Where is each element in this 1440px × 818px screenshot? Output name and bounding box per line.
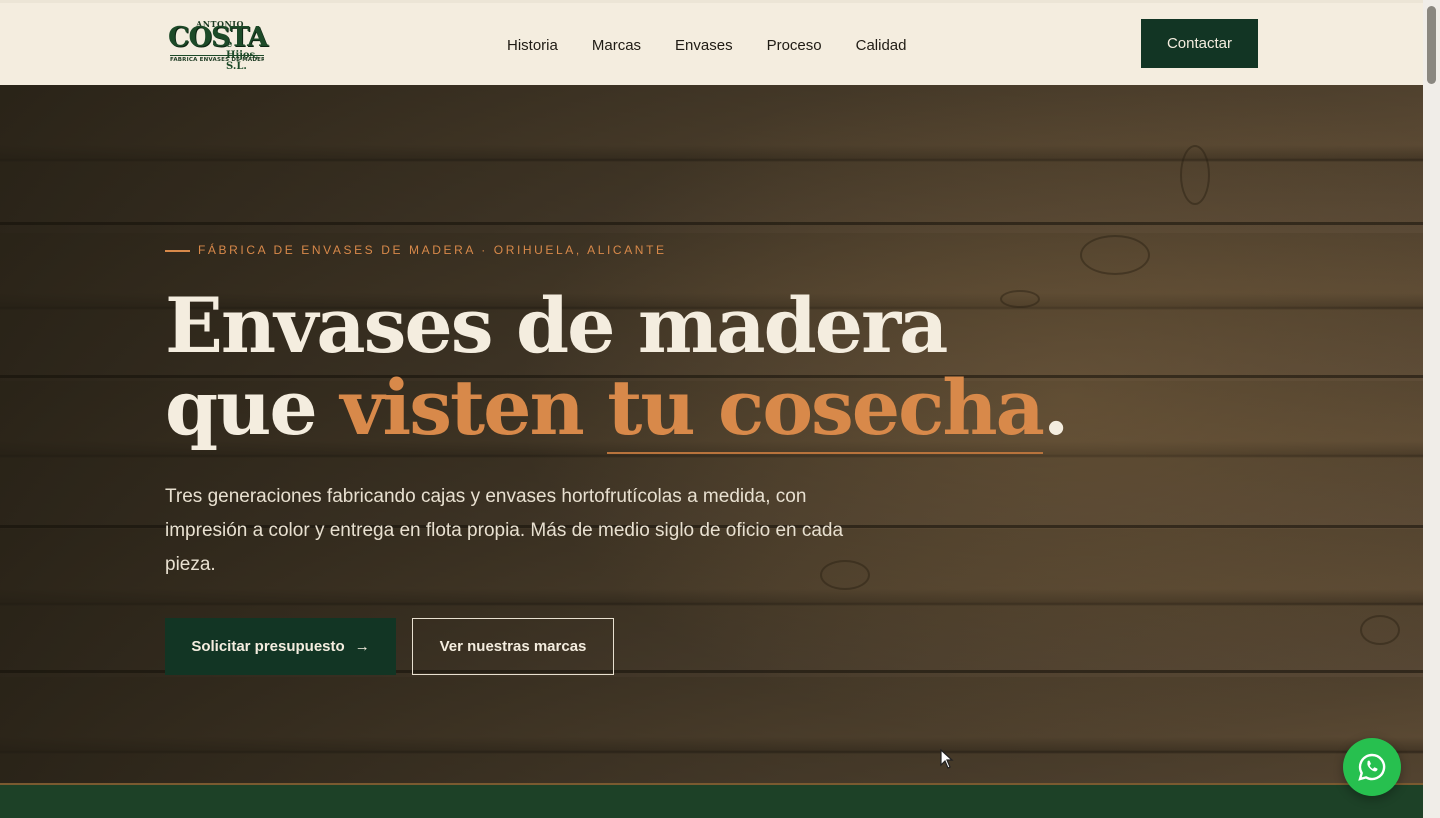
whatsapp-icon [1358, 753, 1386, 781]
contact-button[interactable]: Contactar [1141, 19, 1258, 68]
main-nav: Historia Marcas Envases Proceso Calidad [507, 37, 907, 54]
eyebrow-rule [165, 250, 190, 252]
headline-end: . [1042, 363, 1070, 452]
hero-lead: Tres generaciones fabricando cajas y env… [165, 486, 844, 575]
headline-line-1: Envases de madera [165, 281, 948, 370]
page-scrollbar[interactable] [1423, 0, 1440, 818]
nav-item-historia[interactable]: Historia [507, 37, 558, 54]
request-quote-label: Solicitar presupuesto [191, 638, 345, 655]
hero-headline: Envases de madera que visten tu cosecha. [165, 285, 1070, 454]
scrollbar-thumb[interactable] [1427, 6, 1436, 84]
hero-eyebrow: FÁBRICA DE ENVASES DE MADERA · ORIHUELA,… [198, 243, 667, 257]
nav-item-proceso[interactable]: Proceso [767, 37, 822, 54]
wood-knot [1180, 145, 1210, 205]
arrow-right-icon: → [354, 638, 370, 655]
view-brands-button[interactable]: Ver nuestras marcas [412, 618, 614, 675]
wood-plank-divider [0, 222, 1423, 225]
site-header: ANTONIO COSTA e Hijos, S.L. FABRICA ENVA… [0, 0, 1423, 85]
hero-section: FÁBRICA DE ENVASES DE MADERA · ORIHUELA,… [0, 85, 1423, 783]
next-section-band [0, 783, 1423, 818]
cursor-icon [940, 749, 954, 769]
request-quote-button[interactable]: Solicitar presupuesto → [165, 618, 396, 675]
logo-tagline: FABRICA ENVASES DE MADERA [170, 55, 264, 63]
whatsapp-button[interactable] [1343, 738, 1401, 796]
wood-knot [1360, 615, 1400, 645]
wood-knot [1080, 235, 1150, 275]
headline-line-2-start: que [165, 363, 341, 452]
headline-accent-2: tu cosecha [607, 363, 1045, 454]
nav-item-marcas[interactable]: Marcas [592, 37, 641, 54]
nav-item-envases[interactable]: Envases [675, 37, 733, 54]
brand-logo[interactable]: ANTONIO COSTA e Hijos, S.L. FABRICA ENVA… [168, 19, 268, 72]
nav-item-calidad[interactable]: Calidad [856, 37, 907, 54]
headline-accent-1: visten [340, 363, 608, 452]
